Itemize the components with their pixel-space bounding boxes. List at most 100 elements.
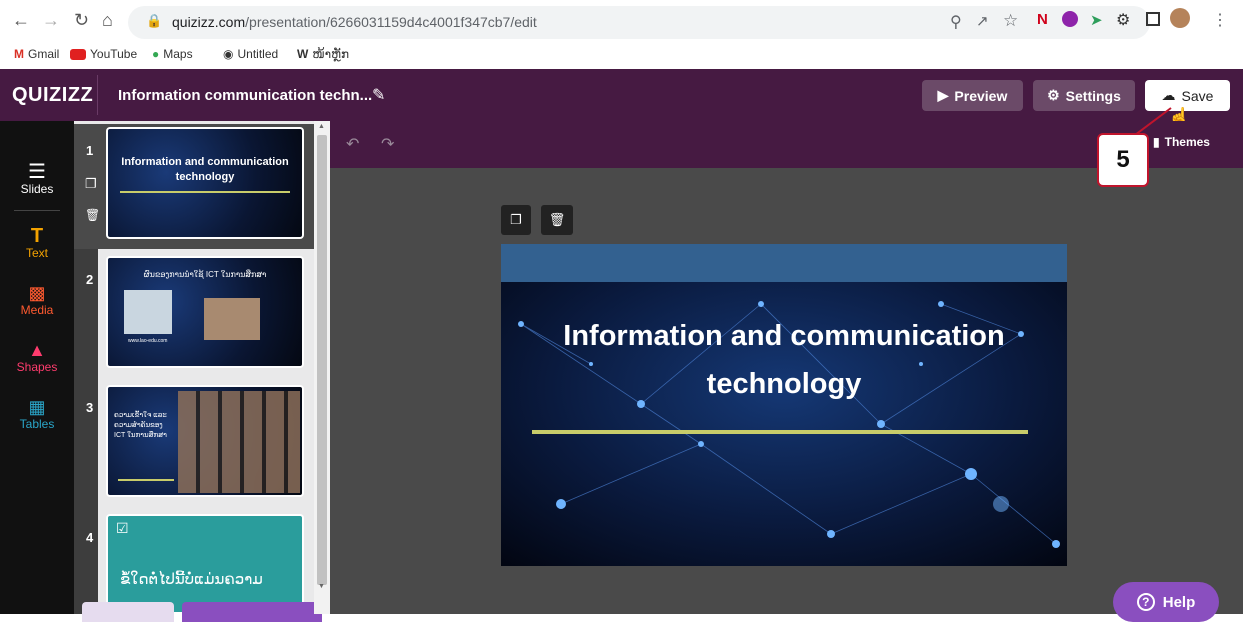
url-path: /presentation/6266031159d4c4001f347cb7/e… [245,14,537,30]
extension-purple-icon[interactable] [1062,11,1078,27]
play-icon: ▶ [937,87,949,103]
bookmark-label: Untitled [237,47,279,61]
tool-label: Media [20,303,54,317]
tool-label: Shapes [16,360,58,374]
scroll-down-icon[interactable]: ▼ [318,583,325,590]
bookmark-home-lao[interactable]: W ໜ້າຫຼັກ [297,47,349,61]
thumb-photo-grid [178,391,300,493]
extension-green-icon[interactable]: ➤ [1090,11,1103,29]
gmail-icon: M [14,47,24,61]
bookmark-gmail[interactable]: M Gmail [14,47,59,61]
question-icon: ? [1136,593,1155,611]
tool-media[interactable]: ▩ Media [0,283,74,317]
slide-thumb-2[interactable]: ຜົນຂອງການນຳໃຊ້ ICT ໃນການສຶກສາ www.lao-ed… [106,256,304,368]
thumb-photo [204,298,260,340]
slide-number: 3 [86,400,94,415]
save-label: Save [1181,87,1214,104]
copy-icon: ❐ [510,212,522,227]
thumb-underline [120,191,290,193]
reload-icon[interactable]: ↻ [74,10,89,31]
w-icon: W [297,47,309,61]
lock-icon: 🔒 [146,13,163,28]
thumb-title: Information and communication technology [121,156,289,183]
menu-kebab-icon[interactable]: ⋮ [1212,10,1228,30]
tool-label: Tables [19,417,55,431]
media-icon: ▩ [28,283,46,303]
globe-icon: ◉ [223,47,234,61]
slide-thumb-4[interactable]: ☑ ຂໍ້ໃດຕໍ່ໄປນີ້ບໍ່ແມ່ນຄວາມ [106,514,304,614]
slide-title-line2[interactable]: technology [501,368,1067,401]
youtube-icon [70,48,86,60]
gear-icon: ⚙ [1047,87,1060,103]
cloud-upload-icon: ☁ [1161,87,1176,103]
presentation-title[interactable]: Information communication techn... [118,87,372,104]
back-icon[interactable]: ← [12,10,30,31]
slide-number: 2 [86,272,94,287]
trash-icon[interactable]: 🗑 [85,208,100,222]
slides-scrollbar[interactable]: ▲ ▼ [314,121,330,614]
thumb-underline [118,479,174,481]
tables-icon: ▦ [28,397,46,417]
profile-avatar[interactable] [1170,8,1190,28]
bookmark-youtube[interactable]: YouTube [70,47,137,61]
slides-icon: ☰ [28,161,46,183]
tool-text[interactable]: T Text [0,226,74,260]
scrollbar-thumb[interactable] [317,135,327,585]
home-icon[interactable]: ⌂ [102,10,113,31]
help-button[interactable]: ? Help [1113,582,1219,622]
share-icon[interactable]: ↗ [976,12,989,30]
zoom-icon[interactable]: ⚲ [950,12,962,32]
preview-label: Preview [954,87,1008,104]
import-button[interactable] [82,602,174,622]
preview-button[interactable]: ▶ Preview [922,80,1023,111]
undo-icon[interactable]: ↶ [346,134,359,154]
bookmark-maps[interactable]: ● Maps [152,47,193,61]
current-slide[interactable]: Information and communication technology [501,244,1067,566]
help-label: Help [1162,593,1196,611]
bookmark-label: Gmail [28,47,60,61]
maps-pin-icon: ● [152,47,160,61]
thumb-footer: www.lao-edu.com [128,338,168,344]
slide-underline[interactable] [532,430,1028,434]
tool-shapes[interactable]: ▲ Shapes [0,340,74,374]
slide-background [501,244,1067,566]
bookmark-star-icon[interactable]: ☆ [1003,11,1018,31]
side-panel-icon[interactable] [1146,12,1160,26]
bookmark-untitled[interactable]: ◉ Untitled [223,47,278,61]
settings-button[interactable]: ⚙ Settings [1033,80,1135,111]
redo-icon[interactable]: ↷ [381,134,394,154]
tool-tables[interactable]: ▦ Tables [0,397,74,431]
tool-slides[interactable]: ☰ Slides [0,162,74,196]
thumb-title: ຂໍ້ໃດຕໍ່ໄປນີ້ບໍ່ແມ່ນຄວາມ [120,571,263,588]
slide-number: 4 [86,530,94,545]
slide-thumb-1[interactable]: Information and communication technology [106,127,304,239]
url-text[interactable]: quizizz.com/presentation/6266031159d4c40… [172,14,537,30]
extensions-puzzle-icon[interactable]: ⚙ [1116,10,1130,30]
delete-slide-button[interactable]: 🗑 [541,205,573,235]
add-slide-button[interactable] [182,602,322,622]
edit-pencil-icon[interactable]: ✎ [372,85,385,105]
slide-title-line1[interactable]: Information and communication [501,320,1067,353]
step-callout: 5 [1097,133,1149,187]
extension-n-icon[interactable]: N [1037,11,1048,28]
bookmark-label: YouTube [90,47,138,61]
shapes-icon: ▲ [28,340,46,360]
copy-icon[interactable]: ❐ [85,176,97,192]
settings-label: Settings [1065,87,1121,104]
slide-thumb-3[interactable]: ຄວາມເຂົ້າໃຈ ແລະ ຄວາມສຳຄັນຂອງ ICT ໃນການສຶ… [106,385,304,497]
thumb-title: ຜົນຂອງການນຳໃຊ້ ICT ໃນການສຶກສາ [143,270,267,279]
tool-label: Text [25,246,48,260]
header-divider [97,75,98,115]
bookmark-label: ໜ້າຫຼັກ [312,47,350,61]
tool-label: Slides [20,182,54,196]
duplicate-slide-button[interactable]: ❐ [501,205,531,235]
scroll-up-icon[interactable]: ▲ [318,123,325,130]
slide-number: 1 [86,143,94,158]
checkbox-icon: ☑ [116,520,129,536]
quizizz-logo[interactable]: QUIZIZZ [12,84,93,107]
forward-icon[interactable]: → [42,10,60,31]
url-host: quizizz.com [172,14,246,30]
thumb-title: ຄວາມເຂົ້າໃຈ ແລະ ຄວາມສຳຄັນຂອງ ICT ໃນການສຶ… [114,412,167,439]
text-icon: T [30,225,44,247]
bookmark-label: Maps [163,47,193,61]
